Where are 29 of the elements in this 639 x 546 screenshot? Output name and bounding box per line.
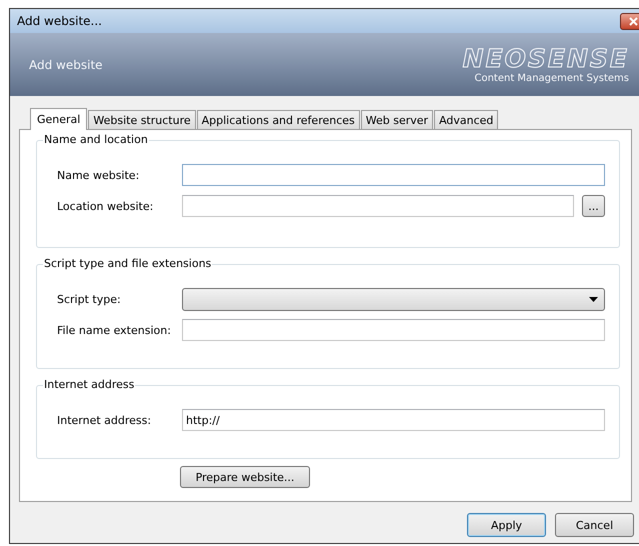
window-title: Add website... (17, 14, 102, 28)
close-button[interactable] (620, 12, 639, 30)
logo-text: NEOSENSE (462, 45, 629, 73)
dropdown[interactable] (182, 288, 605, 310)
tab[interactable]: Web server (360, 110, 434, 129)
tab[interactable]: Website structure (88, 110, 196, 129)
field-label: Script type: (57, 292, 122, 306)
tab[interactable]: Advanced (434, 110, 498, 129)
browse-button[interactable]: ... (582, 195, 605, 217)
group-title: Script type and file extensions (43, 257, 212, 270)
group-title: Internet address (43, 378, 136, 391)
group-title: Name and location (43, 133, 149, 146)
field-label: Name website: (57, 168, 140, 182)
prepare-button[interactable]: Prepare website... (180, 466, 310, 488)
dialog-button[interactable]: Apply (467, 513, 546, 537)
field-label: Location website: (57, 200, 154, 212)
input-field[interactable] (182, 319, 605, 341)
input-field[interactable]: http:// (182, 409, 605, 431)
banner-heading: Add website (29, 58, 103, 72)
dialog-button[interactable]: Cancel (555, 513, 634, 537)
logo-tagline: Content Management Systems (474, 73, 629, 84)
input-field[interactable] (182, 164, 605, 186)
caret-icon (589, 296, 598, 302)
tab[interactable]: Applications and references (196, 110, 360, 129)
close-icon (628, 16, 638, 26)
field-label: File name extension: (57, 324, 172, 336)
field-label: Internet address: (57, 414, 152, 426)
input-field[interactable] (182, 195, 574, 217)
tab[interactable]: General (30, 108, 88, 130)
